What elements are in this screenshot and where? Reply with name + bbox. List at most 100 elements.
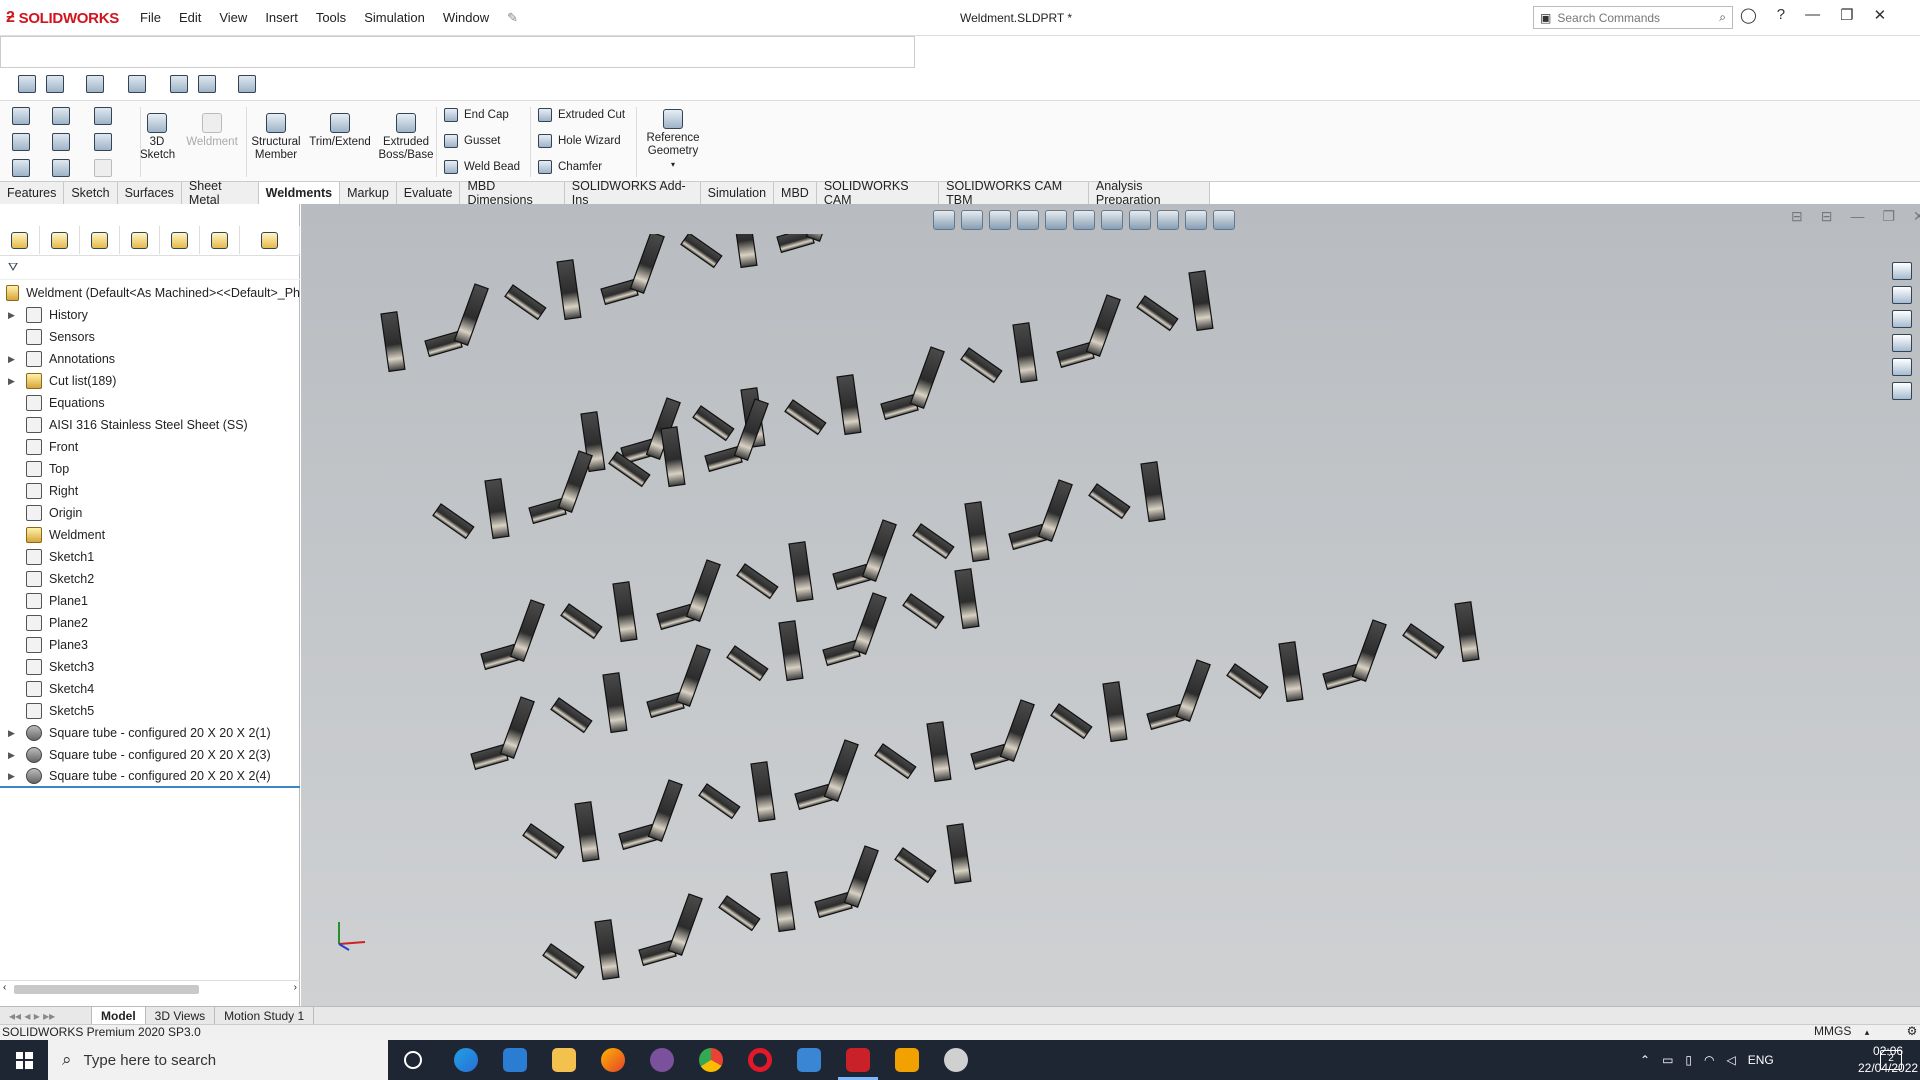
new-document-icon[interactable] — [12, 133, 30, 151]
square-tube[interactable] — [788, 541, 814, 603]
tab-mbd[interactable]: MBD — [774, 182, 817, 204]
chevron-down-icon[interactable]: ▾ — [640, 158, 706, 171]
tab-featuremanager[interactable] — [0, 226, 40, 254]
tab-simulation[interactable]: Simulation — [700, 182, 775, 204]
tile-left-icon[interactable]: ⊟ — [1791, 208, 1803, 225]
square-tube[interactable] — [1102, 681, 1128, 743]
square-tube[interactable] — [453, 283, 489, 346]
file-explorer-icon[interactable] — [1892, 310, 1912, 328]
edit-appearance-icon[interactable] — [1157, 210, 1179, 230]
volume-icon[interactable]: ◁ — [1727, 1053, 1736, 1067]
tree-filter[interactable]: ⛛ — [0, 256, 300, 280]
close-button[interactable]: ✕ — [1874, 6, 1887, 24]
account-icon[interactable]: ◯ — [1740, 6, 1757, 24]
square-tube[interactable] — [667, 893, 703, 956]
expand-arrow-icon[interactable]: ▶ — [8, 750, 18, 761]
tab-cam-manager[interactable] — [200, 226, 240, 254]
tree-item[interactable]: Sketch4 — [0, 678, 300, 700]
square-tube[interactable] — [1402, 623, 1445, 660]
expand-arrow-icon[interactable]: ▶ — [8, 771, 18, 782]
design-library-icon[interactable] — [1892, 286, 1912, 304]
graphics-viewport[interactable]: ⊟ ⊟ — ❐ ✕ — [301, 204, 1920, 1006]
minimize-button[interactable]: — — [1805, 6, 1820, 24]
square-tube[interactable] — [851, 592, 887, 655]
search-icon[interactable]: ⌕ — [1719, 10, 1726, 25]
tree-item[interactable]: Plane2 — [0, 612, 300, 634]
weldment-button[interactable]: Weldment — [184, 113, 240, 149]
gusset-button[interactable]: Gusset — [444, 134, 500, 148]
tree-item[interactable]: ▶ Cut list(189) — [0, 370, 300, 392]
square-tube[interactable] — [660, 426, 686, 488]
tree-item[interactable]: Front — [0, 436, 300, 458]
wifi-icon[interactable]: ◠ — [1704, 1053, 1714, 1067]
square-tube[interactable] — [550, 697, 593, 734]
square-tube[interactable] — [1278, 641, 1304, 703]
tab-solidworks-addins[interactable]: SOLIDWORKS Add-Ins — [564, 179, 701, 207]
reference-geometry-button[interactable]: Reference Geometry ▾ — [640, 109, 706, 171]
section-view-icon[interactable] — [1017, 210, 1039, 230]
tab-features[interactable]: Features — [0, 182, 65, 204]
viewport-minimize-button[interactable]: — — [1850, 208, 1864, 225]
view-palette-icon[interactable] — [1892, 334, 1912, 352]
view-orientation-icon[interactable] — [1073, 210, 1095, 230]
pin-icon[interactable]: ✎ — [507, 10, 518, 26]
display-style-icon[interactable] — [1101, 210, 1123, 230]
tree-root-part[interactable]: Weldment (Default<As Machined><<Default>… — [0, 282, 300, 304]
tab-sheet-metal[interactable]: Sheet Metal — [181, 179, 259, 207]
tree-item[interactable]: ▶ Square tube - configured 20 X 20 X 2(4) — [0, 766, 300, 788]
square-tube[interactable] — [912, 523, 955, 560]
scroll-left-icon[interactable]: ‹ — [3, 982, 6, 993]
scroll-thumb[interactable] — [14, 985, 199, 994]
square-tube[interactable] — [499, 696, 535, 759]
square-tube[interactable] — [999, 699, 1035, 762]
square-tube[interactable] — [1188, 270, 1214, 332]
menu-edit[interactable]: Edit — [179, 10, 201, 26]
apply-scene-icon[interactable] — [1185, 210, 1207, 230]
square-tube[interactable] — [1226, 663, 1269, 700]
tab-3d-views[interactable]: 3D Views — [146, 1007, 216, 1024]
tab-model[interactable]: Model — [92, 1007, 146, 1024]
filter-icon[interactable]: ⛛ — [8, 260, 18, 275]
hide-show-items-icon[interactable] — [1129, 210, 1151, 230]
tree-item[interactable]: Sketch5 — [0, 700, 300, 722]
square-tube[interactable] — [504, 284, 547, 321]
tab-configurationmanager[interactable] — [80, 226, 120, 254]
square-tube[interactable] — [874, 743, 917, 780]
square-tube[interactable] — [861, 519, 897, 582]
square-tube[interactable] — [1351, 619, 1387, 682]
square-tube[interactable] — [1012, 322, 1038, 384]
square-tube[interactable] — [675, 644, 711, 707]
tree-item[interactable]: AISI 316 Stainless Steel Sheet (SS) — [0, 414, 300, 436]
tree-item[interactable]: Top — [0, 458, 300, 480]
opera-icon[interactable] — [748, 1048, 772, 1072]
square-tube[interactable] — [1088, 483, 1131, 520]
square-tube[interactable] — [718, 895, 761, 932]
tab-more[interactable] — [240, 226, 300, 254]
zoom-to-area-icon[interactable] — [961, 210, 983, 230]
square-tube[interactable] — [594, 919, 620, 981]
hole-wizard-button[interactable]: Hole Wizard — [538, 134, 621, 148]
square-tube[interactable] — [542, 943, 585, 980]
save-icon[interactable] — [52, 107, 70, 125]
horizontal-scrollbar[interactable]: ‹ › — [0, 980, 300, 996]
weld-bead-button[interactable]: Weld Bead — [444, 160, 520, 174]
scroll-right-icon[interactable]: › — [294, 982, 297, 993]
file-properties-icon[interactable] — [94, 133, 112, 151]
tab-solidworks-cam-tbm[interactable]: SOLIDWORKS CAM TBM — [939, 179, 1089, 207]
viber-icon[interactable] — [650, 1048, 674, 1072]
end-cap-button[interactable]: End Cap — [444, 108, 509, 122]
tab-solidworks-cam[interactable]: SOLIDWORKS CAM — [816, 179, 940, 207]
app-icon[interactable] — [944, 1048, 968, 1072]
units-selector[interactable]: MMGS ▴ ⚙ — [1814, 1024, 1917, 1038]
home-icon[interactable] — [18, 75, 36, 93]
square-tube[interactable] — [380, 311, 406, 373]
square-tube[interactable] — [685, 559, 721, 622]
square-tube[interactable] — [954, 568, 980, 630]
solidworks-logo[interactable]: ƻ SOLIDWORKS — [6, 8, 119, 28]
dynamic-annotation-icon[interactable] — [1045, 210, 1067, 230]
square-tube[interactable] — [484, 478, 510, 540]
tab-surfaces[interactable]: Surfaces — [117, 182, 182, 204]
tab-weldments[interactable]: Weldments — [258, 182, 341, 204]
square-tube[interactable] — [894, 847, 937, 884]
notifications-button[interactable]: 2 — [1880, 1050, 1902, 1070]
